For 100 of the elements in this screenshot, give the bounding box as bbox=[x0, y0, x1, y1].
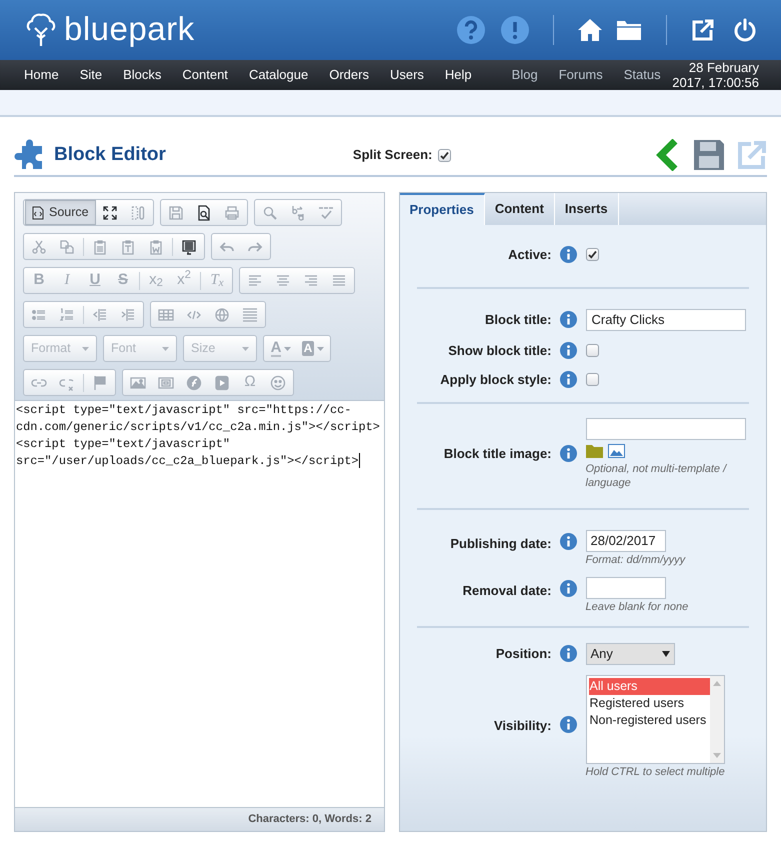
spellcheck-icon bbox=[318, 204, 334, 220]
info-icon bbox=[560, 645, 576, 662]
home-icon bbox=[577, 18, 603, 42]
scroll-up-icon[interactable] bbox=[712, 680, 720, 686]
nav-link[interactable]: Orders bbox=[329, 65, 369, 85]
help-button[interactable] bbox=[456, 15, 486, 45]
fullscreen-icon bbox=[102, 204, 118, 220]
list-box[interactable]: All users Registered users Non-registered users bbox=[586, 674, 724, 764]
nav-link[interactable]: Site bbox=[80, 65, 102, 85]
external-link-button[interactable] bbox=[691, 18, 715, 42]
nav-link[interactable]: Users bbox=[390, 65, 424, 85]
word-count: Characters: 0, Words: 2 bbox=[248, 812, 372, 828]
preview-icon bbox=[196, 204, 212, 220]
alert-icon bbox=[500, 15, 530, 45]
logo-icon bbox=[24, 12, 58, 48]
info-icon bbox=[560, 311, 576, 328]
save-button[interactable] bbox=[693, 139, 725, 171]
field-label: Active: bbox=[507, 246, 552, 264]
nav-link[interactable]: Status bbox=[624, 65, 661, 85]
nav-link[interactable]: Blog bbox=[512, 65, 538, 85]
paste-text-icon bbox=[120, 238, 136, 254]
select-field[interactable]: Any bbox=[586, 642, 674, 664]
field-label: Removal date: bbox=[462, 582, 552, 600]
caret-icon bbox=[242, 346, 249, 350]
image-button[interactable] bbox=[608, 444, 624, 458]
caret-icon bbox=[317, 346, 324, 350]
image-icon bbox=[608, 444, 624, 458]
field-label: Block title: bbox=[484, 310, 552, 329]
save-icon bbox=[168, 204, 184, 220]
field-label: Block title image: bbox=[442, 444, 552, 463]
home-button[interactable] bbox=[577, 17, 603, 43]
folder-button[interactable] bbox=[586, 444, 602, 458]
source-button[interactable]: Source bbox=[25, 200, 96, 225]
nav-link[interactable]: Blocks bbox=[123, 65, 162, 85]
date-time: 28 February bbox=[688, 60, 759, 75]
globe-icon bbox=[214, 306, 230, 322]
image-field[interactable] bbox=[586, 418, 746, 440]
caret-icon bbox=[162, 346, 169, 350]
logo-text: bluepark bbox=[64, 12, 195, 44]
tab[interactable]: Inserts bbox=[554, 193, 619, 225]
template-icon bbox=[181, 238, 197, 254]
caret-icon bbox=[82, 346, 89, 350]
alert-button[interactable] bbox=[500, 15, 530, 45]
folder-icon bbox=[616, 19, 642, 41]
code-line: <script type="text/javascript" src="https://cc- bbox=[16, 402, 352, 419]
indent-icon bbox=[120, 306, 136, 322]
list-option[interactable]: Non-registered users bbox=[588, 712, 710, 728]
scissors-icon bbox=[31, 238, 47, 254]
numbered-list-icon bbox=[59, 306, 75, 322]
checkbox[interactable] bbox=[438, 148, 452, 162]
text-field[interactable]: Crafty Clicks bbox=[586, 308, 746, 330]
info-icon bbox=[560, 371, 576, 388]
power-icon bbox=[733, 18, 757, 42]
caret-icon bbox=[284, 346, 292, 350]
field-label: Position: bbox=[494, 644, 552, 663]
field-label: Publishing date: bbox=[449, 534, 552, 553]
flash-icon bbox=[186, 374, 202, 390]
folder-icon bbox=[586, 444, 602, 458]
video-icon bbox=[214, 374, 230, 390]
caret-icon bbox=[662, 650, 670, 656]
blocks-icon bbox=[130, 204, 146, 220]
tab[interactable]: Properties bbox=[400, 193, 485, 225]
copy-icon bbox=[59, 238, 75, 254]
smiley-icon bbox=[270, 374, 286, 390]
checkbox[interactable] bbox=[586, 248, 598, 262]
hint-text: Optional, not multi-template / language bbox=[586, 462, 728, 490]
date-time: 2017, 17:00:56 bbox=[672, 75, 759, 90]
nav-link[interactable]: Content bbox=[182, 65, 228, 85]
align-left-icon bbox=[247, 272, 263, 288]
horizontal-rule-icon bbox=[242, 306, 258, 322]
nav-link[interactable]: Help bbox=[444, 65, 472, 85]
power-button[interactable] bbox=[733, 18, 757, 42]
external-link-icon bbox=[737, 140, 767, 170]
info-icon bbox=[560, 246, 576, 264]
date-field[interactable]: 28/02/2017 bbox=[586, 530, 666, 552]
info-icon bbox=[560, 342, 576, 359]
info-icon bbox=[560, 532, 576, 550]
paste-word-icon bbox=[148, 238, 164, 254]
tab[interactable]: Content bbox=[484, 193, 555, 225]
date-field[interactable] bbox=[586, 576, 666, 598]
hint-text: Format: dd/mm/yyyy bbox=[586, 554, 686, 566]
nav-link[interactable]: Home bbox=[24, 65, 59, 85]
field-label: Show block title: bbox=[447, 342, 552, 360]
help-icon bbox=[456, 15, 486, 45]
external-link-icon bbox=[691, 18, 715, 42]
split-screen-label: Split Screen: bbox=[352, 146, 432, 164]
info-icon bbox=[560, 445, 576, 462]
scroll-down-icon[interactable] bbox=[712, 752, 720, 758]
scrollbar[interactable] bbox=[710, 676, 724, 762]
list-option[interactable]: Registered users bbox=[588, 694, 710, 712]
print-icon bbox=[224, 204, 240, 220]
checkbox[interactable] bbox=[586, 373, 598, 386]
nav-link[interactable]: Catalogue bbox=[248, 65, 308, 85]
table-icon bbox=[158, 306, 174, 322]
checkbox[interactable] bbox=[586, 344, 598, 357]
code-line: cdn.com/generic/scripts/v1/cc_c2a.min.js"></script> bbox=[16, 419, 381, 436]
nav-link[interactable]: Forums bbox=[558, 65, 603, 85]
hint-text: Hold CTRL to select multiple bbox=[586, 766, 725, 778]
code-line: src="/user/uploads/cc_c2a_bluepark.js"></script> bbox=[16, 453, 361, 470]
code-line: <script type="text/javascript" bbox=[16, 436, 232, 453]
